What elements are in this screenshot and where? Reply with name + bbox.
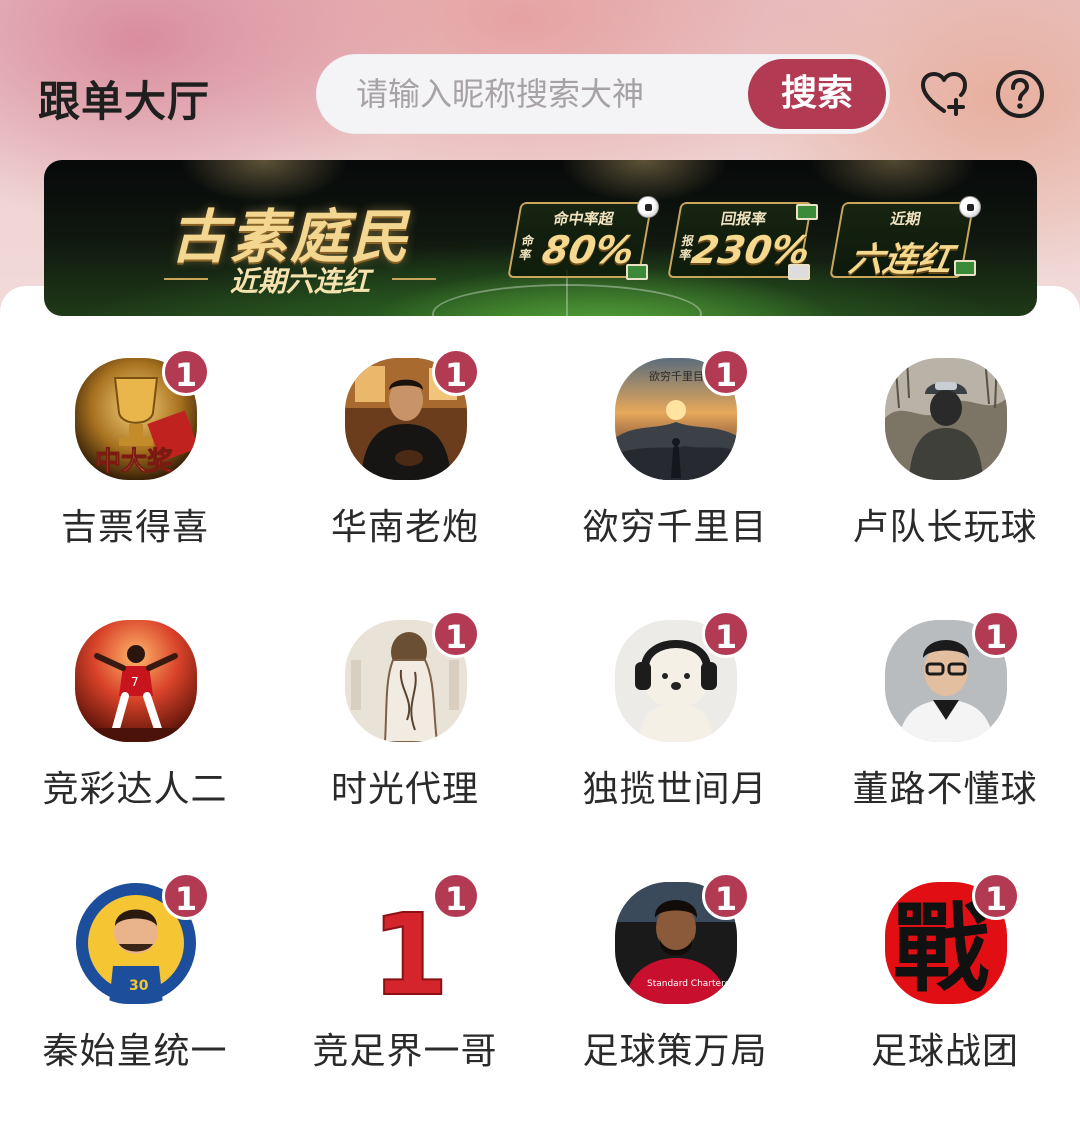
expert-name: 竞足界一哥 (312, 1031, 498, 1072)
search-button[interactable]: 搜索 (748, 59, 886, 129)
avatar-text: 中大奖 (95, 446, 174, 477)
expert-name: 吉票得喜 (60, 507, 209, 548)
notification-badge: 1 (972, 610, 1020, 658)
ticket-card-icon (788, 264, 810, 280)
expert-card[interactable]: 1 1 竞足界一哥 (270, 870, 540, 1129)
expert-avatar: 7 (75, 620, 197, 742)
stat-label: 近期 (889, 210, 923, 228)
notification-badge: 1 (702, 348, 750, 396)
avatar-text: 欲穷千里目 (649, 369, 704, 383)
expert-card[interactable]: 7 竞彩达人二 (0, 608, 270, 870)
notification-badge: 1 (972, 872, 1020, 920)
promo-banner[interactable]: 古素庭民 近期六连红 命中率超 命率 80% 回报率 报率 230% 近期 六连… (44, 160, 1037, 316)
expert-card[interactable]: 30 1 秦始皇统一 (0, 870, 270, 1129)
expert-name: 足球战团 (870, 1031, 1019, 1072)
expert-name: 华南老炮 (330, 507, 479, 548)
expert-card[interactable]: 1 华南老炮 (270, 346, 540, 608)
expert-card[interactable]: 戰 1 足球战团 (810, 870, 1080, 1129)
notification-badge: 1 (702, 872, 750, 920)
page-title: 跟单大厅 (38, 77, 211, 126)
avatar-text: 戰 (893, 892, 989, 1004)
notification-badge: 1 (702, 610, 750, 658)
expert-name: 欲穷千里目 (582, 507, 768, 548)
banner-subtitle: 近期六连红 (164, 260, 436, 300)
search-input[interactable] (356, 54, 736, 134)
expert-card[interactable]: Standard Chartered 1 足球策万局 (540, 870, 810, 1129)
pitch-card-icon (626, 264, 648, 280)
avatar-text: Standard Chartered (647, 979, 736, 989)
favorite-add-icon[interactable] (918, 68, 970, 120)
football-icon (959, 196, 981, 218)
expert-name: 独揽世间月 (582, 769, 768, 810)
notification-badge: 1 (162, 872, 210, 920)
expert-card[interactable]: 中大奖 1 吉票得喜 (0, 346, 270, 608)
expert-name: 秦始皇统一 (42, 1031, 228, 1072)
search-bar: 搜索 (316, 54, 890, 134)
football-icon (637, 196, 659, 218)
svg-text:7: 7 (131, 675, 139, 689)
pitch-card-icon (796, 204, 818, 220)
svg-text:30: 30 (129, 978, 149, 994)
expert-name: 时光代理 (330, 769, 479, 810)
notification-badge: 1 (432, 348, 480, 396)
expert-name: 足球策万局 (582, 1031, 768, 1072)
top-bar: 跟单大厅 搜索 (0, 52, 1080, 136)
expert-name: 卢队长玩球 (852, 507, 1038, 548)
stat-streak: 近期 六连红 (829, 202, 975, 280)
expert-name: 董路不懂球 (852, 769, 1038, 810)
pitch-card-icon (954, 260, 976, 276)
expert-avatar (885, 358, 1007, 480)
stat-value: 六连红 (845, 240, 955, 280)
notification-badge: 1 (432, 610, 480, 658)
expert-card[interactable]: 1 时光代理 (270, 608, 540, 870)
expert-card[interactable]: 1 独揽世间月 (540, 608, 810, 870)
expert-card[interactable]: 欲穷千里目 1 欲穷千里目 (540, 346, 810, 608)
expert-name: 竞彩达人二 (42, 769, 228, 810)
help-icon[interactable] (994, 68, 1046, 120)
expert-card[interactable]: 卢队长玩球 (810, 346, 1080, 608)
notification-badge: 1 (432, 872, 480, 920)
expert-card[interactable]: 1 董路不懂球 (810, 608, 1080, 870)
stat-label: 命中率超 (552, 210, 616, 228)
notification-badge: 1 (162, 348, 210, 396)
stat-label: 回报率 (719, 210, 768, 228)
